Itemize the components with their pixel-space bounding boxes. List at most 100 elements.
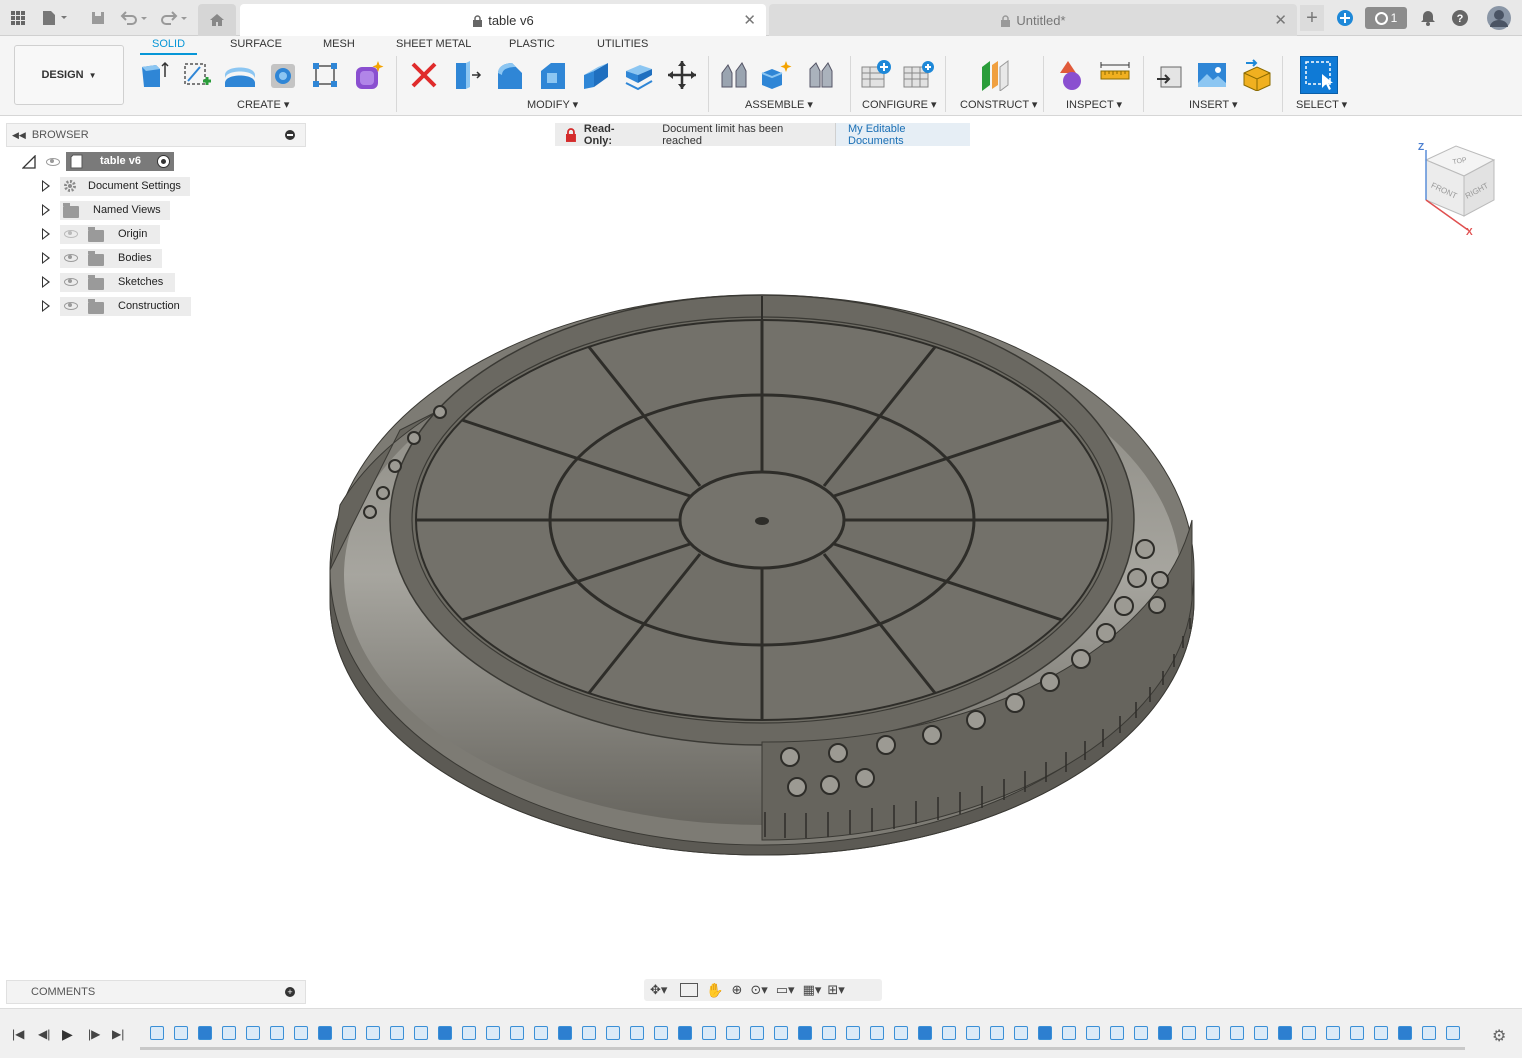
browser-node-sketches[interactable]: Sketches bbox=[40, 272, 175, 292]
browser-minimize-icon[interactable] bbox=[285, 130, 295, 140]
home-icon[interactable] bbox=[198, 4, 236, 36]
timeline-feature-icon[interactable] bbox=[294, 1026, 308, 1040]
select-icon[interactable] bbox=[1300, 56, 1338, 94]
expand-arrow-icon[interactable] bbox=[42, 252, 50, 264]
timeline-feature-icon[interactable] bbox=[462, 1026, 476, 1040]
timeline-feature-icon[interactable] bbox=[1110, 1026, 1124, 1040]
expand-arrow-icon[interactable] bbox=[42, 228, 50, 240]
activate-radio-icon[interactable] bbox=[157, 155, 170, 168]
look-at-icon[interactable] bbox=[680, 983, 698, 997]
extrude-icon[interactable] bbox=[223, 58, 257, 92]
timeline-feature-icon[interactable] bbox=[222, 1026, 236, 1040]
timeline-feature-icon[interactable] bbox=[918, 1026, 932, 1040]
timeline-feature-icon[interactable] bbox=[942, 1026, 956, 1040]
timeline-feature-icon[interactable] bbox=[1062, 1026, 1076, 1040]
timeline-feature-icon[interactable] bbox=[726, 1026, 740, 1040]
grid-settings-icon[interactable]: ▦▾ bbox=[803, 982, 822, 998]
timeline-feature-icon[interactable] bbox=[1158, 1026, 1172, 1040]
expand-arrow-icon[interactable] bbox=[42, 300, 50, 312]
tab-plastic[interactable]: PLASTIC bbox=[509, 38, 555, 50]
browser-root-row[interactable]: table v6 bbox=[20, 152, 190, 172]
tab-surface[interactable]: SURFACE bbox=[230, 38, 282, 50]
as-built-joint-icon[interactable] bbox=[804, 58, 838, 92]
browser-node-origin[interactable]: Origin bbox=[40, 224, 160, 244]
timeline-feature-icon[interactable] bbox=[1398, 1026, 1412, 1040]
combine-icon[interactable] bbox=[622, 58, 656, 92]
timeline-feature-icon[interactable] bbox=[150, 1026, 164, 1040]
expand-arrow-icon[interactable] bbox=[42, 276, 50, 288]
hidden-eye-icon[interactable] bbox=[64, 230, 78, 238]
move-icon[interactable] bbox=[665, 58, 699, 92]
timeline-feature-icon[interactable] bbox=[534, 1026, 548, 1040]
modify-group-label[interactable]: MODIFY ▾ bbox=[527, 98, 578, 111]
visibility-eye-icon[interactable] bbox=[64, 302, 78, 310]
tab-sheet-metal[interactable]: SHEET METAL bbox=[396, 38, 471, 50]
expand-arrow-icon[interactable] bbox=[42, 204, 50, 216]
timeline-feature-icon[interactable] bbox=[846, 1026, 860, 1040]
tab-utilities[interactable]: UTILITIES bbox=[597, 38, 648, 50]
chamfer-icon[interactable] bbox=[536, 58, 570, 92]
undo-icon[interactable] bbox=[118, 8, 150, 28]
timeline-track[interactable] bbox=[140, 1047, 1465, 1050]
timeline-feature-icon[interactable] bbox=[1014, 1026, 1028, 1040]
create-group-label[interactable]: CREATE ▾ bbox=[237, 98, 289, 111]
timeline-feature-icon[interactable] bbox=[198, 1026, 212, 1040]
timeline-feature-icon[interactable] bbox=[702, 1026, 716, 1040]
timeline-feature-icon[interactable] bbox=[582, 1026, 596, 1040]
form-icon[interactable] bbox=[352, 58, 386, 92]
timeline-feature-icon[interactable] bbox=[1302, 1026, 1316, 1040]
timeline-feature-icon[interactable] bbox=[750, 1026, 764, 1040]
timeline-feature-icon[interactable] bbox=[366, 1026, 380, 1040]
pattern-icon[interactable] bbox=[308, 58, 342, 92]
construct-group-label[interactable]: CONSTRUCT ▾ bbox=[960, 98, 1037, 111]
close-tab-icon[interactable]: ✕ bbox=[743, 11, 756, 29]
timeline-feature-icon[interactable] bbox=[990, 1026, 1004, 1040]
timeline-feature-icon[interactable] bbox=[894, 1026, 908, 1040]
browser-node-construction[interactable]: Construction bbox=[40, 296, 191, 316]
timeline-feature-icon[interactable] bbox=[1134, 1026, 1148, 1040]
timeline-feature-icon[interactable] bbox=[870, 1026, 884, 1040]
browser-node-bodies[interactable]: Bodies bbox=[40, 248, 162, 268]
timeline-feature-icon[interactable] bbox=[1182, 1026, 1196, 1040]
visibility-eye-icon[interactable] bbox=[64, 254, 78, 262]
insert-mesh-icon[interactable] bbox=[1240, 58, 1274, 92]
timeline-feature-icon[interactable] bbox=[630, 1026, 644, 1040]
assemble-group-label[interactable]: ASSEMBLE ▾ bbox=[745, 98, 813, 111]
collapse-panel-icon[interactable]: ◀◀ bbox=[12, 130, 26, 141]
timeline-feature-icon[interactable] bbox=[1374, 1026, 1388, 1040]
select-group-label[interactable]: SELECT ▾ bbox=[1296, 98, 1347, 111]
view-cube[interactable]: TOP FRONT RIGHT Z X bbox=[1410, 138, 1505, 238]
timeline-feature-icon[interactable] bbox=[822, 1026, 836, 1040]
joint-icon[interactable] bbox=[718, 58, 752, 92]
configure-icon[interactable] bbox=[860, 58, 894, 92]
visibility-eye-icon[interactable] bbox=[64, 278, 78, 286]
timeline-feature-icon[interactable] bbox=[1350, 1026, 1364, 1040]
timeline-feature-icon[interactable] bbox=[558, 1026, 572, 1040]
measure-icon[interactable] bbox=[1098, 58, 1132, 92]
notifications-icon[interactable] bbox=[1418, 8, 1438, 28]
document-tab-inactive[interactable]: Untitled* ✕ bbox=[769, 4, 1297, 36]
press-pull-icon[interactable] bbox=[449, 58, 483, 92]
app-grid-icon[interactable] bbox=[8, 8, 28, 28]
tab-mesh[interactable]: MESH bbox=[323, 38, 355, 50]
create-sketch-icon[interactable] bbox=[180, 58, 214, 92]
job-status-button[interactable]: 1 bbox=[1365, 7, 1407, 29]
3d-viewport[interactable] bbox=[310, 150, 1310, 970]
pan-icon[interactable]: ✋ bbox=[706, 982, 723, 999]
timeline-feature-icon[interactable] bbox=[1422, 1026, 1436, 1040]
fit-icon[interactable]: ⊙▾ bbox=[750, 982, 767, 998]
timeline-feature-icon[interactable] bbox=[1446, 1026, 1460, 1040]
new-component-assemble-icon[interactable] bbox=[760, 58, 794, 92]
workspace-switcher[interactable]: DESIGN ▼ bbox=[14, 45, 124, 105]
user-avatar[interactable] bbox=[1486, 5, 1512, 31]
insert-derive-icon[interactable] bbox=[1153, 58, 1187, 92]
tab-solid[interactable]: SOLID bbox=[139, 38, 198, 55]
timeline-settings-icon[interactable]: ⚙ bbox=[1492, 1026, 1506, 1046]
table-model[interactable] bbox=[329, 294, 1195, 856]
timeline-feature-icon[interactable] bbox=[414, 1026, 428, 1040]
document-tab-active[interactable]: table v6 ✕ bbox=[240, 4, 766, 36]
timeline-feature-icon[interactable] bbox=[486, 1026, 500, 1040]
browser-node-named-views[interactable]: Named Views bbox=[40, 200, 170, 220]
timeline-feature-icon[interactable] bbox=[774, 1026, 788, 1040]
timeline-feature-icon[interactable] bbox=[438, 1026, 452, 1040]
